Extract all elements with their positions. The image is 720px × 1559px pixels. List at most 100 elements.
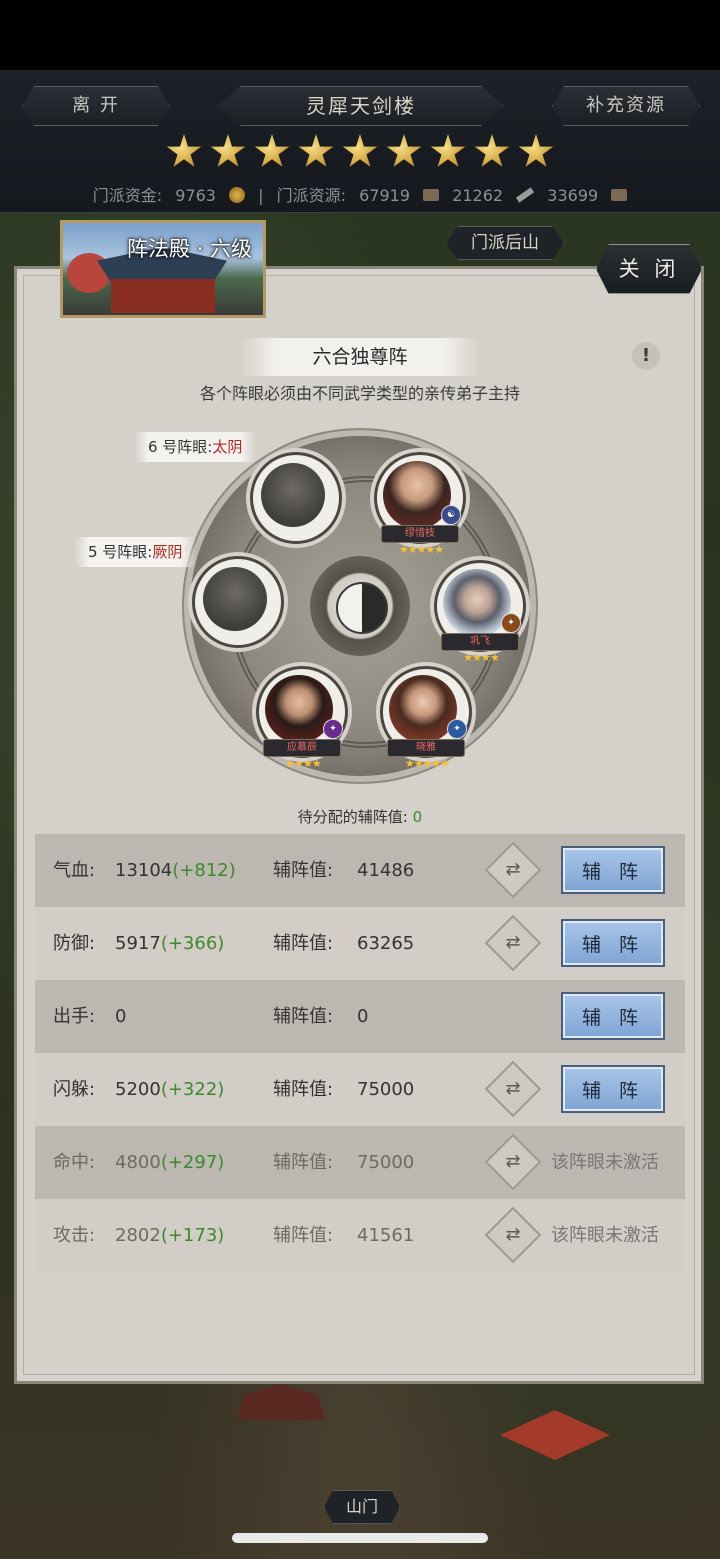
star-icon: [474, 134, 510, 167]
resource-bar: 门派资金: 9763 | 门派资源: 67919 21262 33699: [0, 182, 720, 206]
funds-label: 门派资金:: [92, 186, 163, 205]
eye-slot-1[interactable]: ☯ 缪惜枝 ★★★★★: [374, 452, 466, 556]
hero-stars: ★★★★★: [398, 543, 444, 556]
swap-icon[interactable]: [484, 1060, 542, 1118]
swap-icon[interactable]: [484, 914, 542, 972]
swap-icon[interactable]: [484, 841, 542, 899]
star-icon: [298, 134, 334, 167]
aux-label: 辅阵值:: [273, 1152, 334, 1173]
back-mountain-tag[interactable]: 门派后山: [446, 226, 564, 260]
aux-value: 41486: [357, 860, 415, 881]
pending-label: 待分配的辅阵值:: [297, 808, 408, 826]
aux-label: 辅阵值:: [273, 933, 334, 954]
aux-label: 辅阵值:: [273, 860, 334, 881]
eye-slot-3[interactable]: ✦ 晓雅 ★★★★★: [380, 666, 472, 770]
hero-stars: ★★★★★: [404, 757, 450, 770]
stat-name: 命中:: [53, 1152, 96, 1173]
aux-value: 75000: [357, 1079, 415, 1100]
skill-badge-icon: ✦: [501, 613, 521, 633]
formation-wheel: ☯ 缪惜枝 ★★★★★ ✦ 巩飞 ★★★★ ✦ 晓雅 ★★★★★ ✦ 应慕辰 ★…: [190, 436, 530, 776]
inactive-eye-text: 该阵眼未激活: [551, 1225, 659, 1246]
hero-stars: ★★★★: [285, 757, 321, 770]
hero-name: 应慕辰: [263, 739, 341, 757]
stat-value: 13104(+812): [115, 860, 236, 881]
scroll-icon: [611, 189, 628, 201]
star-icon: [430, 134, 466, 167]
star-icon: [254, 134, 290, 167]
yin-yang-icon: [336, 582, 388, 634]
swap-icon[interactable]: [484, 1133, 542, 1191]
eye-label-attr: 厥阴: [152, 543, 183, 561]
supply-resources-button[interactable]: 补充资源: [552, 86, 700, 126]
stat-value: 2802(+173): [115, 1225, 225, 1246]
aux-value: 75000: [357, 1152, 415, 1173]
stat-row-defense: 防御: 5917(+366) 辅阵值: 63265 辅 阵: [35, 907, 685, 980]
aux-label: 辅阵值:: [273, 1006, 334, 1027]
stat-name: 出手:: [53, 1006, 96, 1027]
stat-row-hit: 命中: 4800(+297) 辅阵值: 75000 该阵眼未激活: [35, 1126, 685, 1199]
assist-button[interactable]: 辅 阵: [561, 846, 665, 894]
funds-value: 9763: [175, 186, 216, 205]
skill-badge-icon: ✦: [323, 719, 343, 739]
sect-header: 离 开 灵犀天剑楼 补充资源 门派资金: 9763 | 门派资源: 67919 …: [0, 70, 720, 213]
mountain-gate-tag[interactable]: 山门: [324, 1490, 400, 1524]
formation-description: 各个阵眼必须由不同武学类型的亲传弟子主持: [199, 384, 520, 403]
assist-button[interactable]: 辅 阵: [561, 992, 665, 1040]
star-icon: [210, 134, 246, 167]
stat-value: 5200(+322): [115, 1079, 225, 1100]
status-bar: [0, 0, 720, 70]
eye-slot-5[interactable]: [192, 556, 284, 648]
divider: |: [258, 186, 264, 205]
eye-label-6: 6 号阵眼:太阴: [134, 432, 257, 462]
hero-name: 巩飞: [441, 633, 519, 651]
sword-icon: [516, 187, 535, 203]
sect-stars: [0, 134, 720, 174]
hero-name: 缪惜枝: [381, 525, 459, 543]
swap-icon[interactable]: [484, 1206, 542, 1264]
eye-label-prefix: 5 号阵眼:: [88, 543, 153, 561]
sect-title: 灵犀天剑楼: [218, 86, 504, 126]
formation-name: 六合独尊阵: [240, 338, 480, 376]
pending-value: 0: [412, 808, 423, 826]
leave-button[interactable]: 离 开: [22, 86, 170, 126]
star-icon: [386, 134, 422, 167]
skill-badge-icon: ☯: [441, 505, 461, 525]
stat-row-hp: 气血: 13104(+812) 辅阵值: 41486 辅 阵: [35, 834, 685, 907]
stat-name: 攻击:: [53, 1225, 96, 1246]
sword-value: 21262: [452, 186, 504, 205]
eye-slot-6[interactable]: [250, 452, 342, 544]
stat-row-speed: 出手: 0 辅阵值: 0 辅 阵: [35, 980, 685, 1053]
aux-value: 41561: [357, 1225, 415, 1246]
aux-label: 辅阵值:: [273, 1079, 334, 1100]
eye-label-5: 5 号阵眼:厥阴: [74, 537, 197, 567]
hall-body: [111, 279, 215, 313]
assist-button[interactable]: 辅 阵: [561, 919, 665, 967]
coin-icon: [229, 187, 246, 203]
eye-label-prefix: 6 号阵眼:: [148, 438, 213, 456]
stats-table: 气血: 13104(+812) 辅阵值: 41486 辅 阵 防御: 5917(…: [35, 834, 685, 1272]
stat-name: 闪躲:: [53, 1079, 96, 1100]
eye-slot-2[interactable]: ✦ 巩飞 ★★★★: [434, 560, 526, 664]
pending-aux-value: 待分配的辅阵值: 0: [0, 806, 720, 827]
eye-label-attr: 太阴: [212, 438, 243, 456]
skill-badge-icon: ✦: [447, 719, 467, 739]
assist-button[interactable]: 辅 阵: [561, 1065, 665, 1113]
home-indicator[interactable]: [232, 1533, 488, 1543]
info-icon[interactable]: !: [632, 342, 660, 370]
aux-value: 63265: [357, 933, 415, 954]
eye-slot-4[interactable]: ✦ 应慕辰 ★★★★: [256, 666, 348, 770]
tree-decoration: [67, 253, 111, 293]
hall-thumbnail: 阵法殿 · 六级: [60, 220, 266, 318]
stat-value: 5917(+366): [115, 933, 225, 954]
stat-name: 气血:: [53, 860, 96, 881]
close-button[interactable]: 关 闭: [596, 244, 702, 294]
yin-yang-emblem: [310, 556, 410, 656]
aux-value: 0: [357, 1006, 369, 1027]
stat-row-dodge: 闪躲: 5200(+322) 辅阵值: 75000 辅 阵: [35, 1053, 685, 1126]
scroll-value: 33699: [547, 186, 599, 205]
star-icon: [166, 134, 202, 167]
aux-label: 辅阵值:: [273, 1225, 334, 1246]
hero-name: 晓雅: [387, 739, 465, 757]
star-icon: [518, 134, 554, 167]
stat-name: 防御:: [53, 933, 96, 954]
